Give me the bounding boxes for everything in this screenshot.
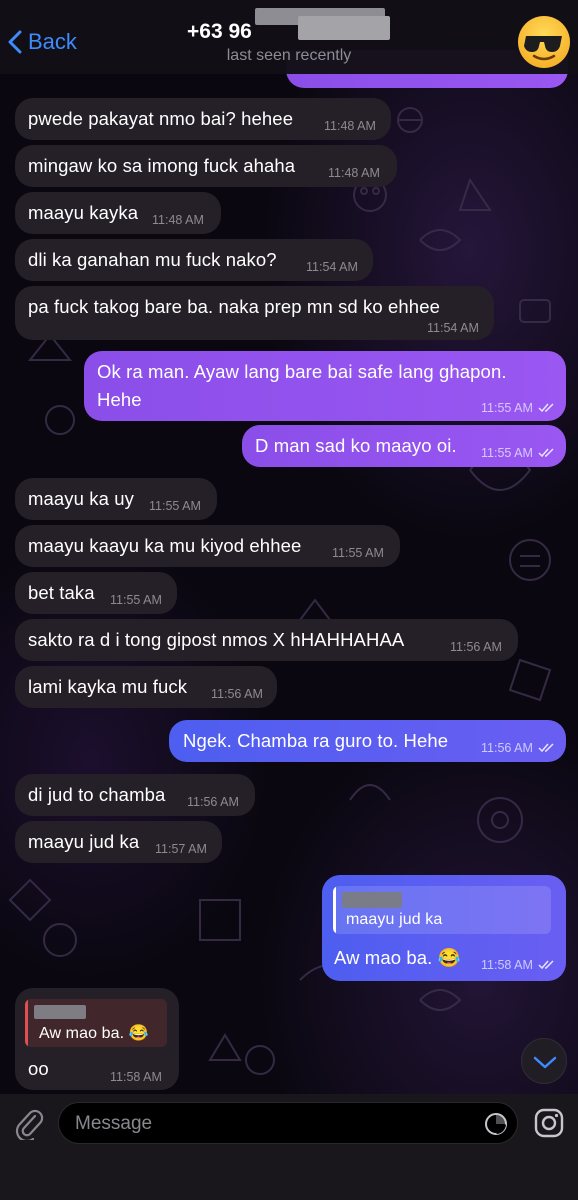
- message-bubble-incoming[interactable]: maayu ka uy 11:55 AM: [15, 478, 217, 520]
- contact-avatar[interactable]: [518, 16, 570, 68]
- reply-quote[interactable]: maayu jud ka: [333, 886, 551, 934]
- message-time: 11:55 AM: [332, 546, 384, 560]
- scroll-to-bottom-button[interactable]: [521, 1038, 567, 1084]
- reply-quote-text: Aw mao ba. 😂: [39, 1025, 149, 1042]
- read-receipt-icon: [538, 448, 554, 458]
- redaction-bar: [298, 16, 390, 40]
- chevron-down-icon: [533, 1056, 557, 1069]
- message-time: 11:48 AM: [324, 119, 376, 133]
- message-time: 11:48 AM: [152, 213, 204, 227]
- sticker-icon[interactable]: [484, 1112, 508, 1136]
- redaction-bar: [34, 1005, 86, 1019]
- message-time: 11:55 AM: [110, 593, 162, 607]
- message-bubble-incoming[interactable]: maayu kayka 11:48 AM: [15, 192, 221, 234]
- message-text: mingaw ko sa imong fuck ahaha: [28, 155, 296, 176]
- message-text: sakto ra d i tong gipost nmos X hHAHHAHA…: [28, 629, 405, 650]
- message-time: 11:57 AM: [155, 842, 207, 856]
- message-text: oo: [28, 1058, 49, 1079]
- message-time: 11:48 AM: [328, 166, 380, 180]
- message-text: maayu ka uy: [28, 488, 134, 509]
- message-time: 11:54 AM: [427, 321, 479, 335]
- message-composer: Message: [0, 1094, 578, 1200]
- chat-header: Back +63 96 last seen recently: [0, 0, 578, 74]
- contact-status: last seen recently: [226, 47, 352, 64]
- redaction-bar: [342, 892, 402, 908]
- message-time: 11:56 AM: [481, 741, 533, 755]
- read-receipt-icon: [538, 960, 554, 970]
- message-bubble-incoming[interactable]: sakto ra d i tong gipost nmos X hHAHHAHA…: [15, 619, 518, 661]
- message-time: 11:55 AM: [481, 446, 533, 460]
- paperclip-icon[interactable]: [14, 1106, 44, 1140]
- message-text: pwede pakayat nmo bai? hehee: [28, 108, 294, 129]
- message-input-placeholder: Message: [75, 1113, 153, 1134]
- message-bubble-incoming[interactable]: lami kayka mu fuck 11:56 AM: [15, 666, 277, 708]
- message-input[interactable]: Message: [58, 1102, 518, 1144]
- message-time: 11:55 AM: [149, 499, 201, 513]
- message-time: 11:54 AM: [306, 260, 358, 274]
- message-text: lami kayka mu fuck: [28, 676, 188, 697]
- message-text: Ok ra man. Ayaw lang bare bai safe lang …: [97, 361, 507, 382]
- message-bubble-incoming-reply[interactable]: Aw mao ba. 😂 oo 11:58 AM: [15, 988, 179, 1090]
- message-bubble-outgoing[interactable]: Ngek. Chamba ra guro to. Hehe 11:56 AM: [169, 720, 566, 762]
- reply-quote-bar: [333, 886, 336, 934]
- message-bubble-incoming[interactable]: bet taka 11:55 AM: [15, 572, 177, 614]
- sunglasses-emoji-icon: [524, 36, 562, 61]
- message-text: pa fuck takog bare ba. naka prep mn sd k…: [28, 296, 440, 317]
- read-receipt-icon: [538, 403, 554, 413]
- message-time: 11:56 AM: [450, 640, 502, 654]
- message-time: 11:58 AM: [481, 958, 533, 972]
- message-text: Aw mao ba. 😂: [334, 947, 461, 968]
- message-bubble-incoming[interactable]: mingaw ko sa imong fuck ahaha 11:48 AM: [15, 145, 397, 187]
- reply-quote-bar: [25, 999, 28, 1047]
- message-time: 11:56 AM: [211, 687, 263, 701]
- message-bubble-incoming[interactable]: pwede pakayat nmo bai? hehee 11:48 AM: [15, 98, 391, 140]
- message-text: di jud to chamba: [28, 784, 166, 805]
- message-text: dli ka ganahan mu fuck nako?: [28, 249, 277, 270]
- message-bubble-outgoing[interactable]: Ok ra man. Ayaw lang bare bai safe lang …: [84, 351, 566, 421]
- reply-quote[interactable]: Aw mao ba. 😂: [25, 999, 167, 1047]
- message-bubble-incoming[interactable]: pa fuck takog bare ba. naka prep mn sd k…: [15, 286, 494, 340]
- message-bubble-incoming[interactable]: maayu kaayu ka mu kiyod ehhee 11:55 AM: [15, 525, 400, 567]
- message-time: 11:55 AM: [481, 401, 533, 415]
- message-text: maayu kayka: [28, 202, 139, 223]
- contact-name[interactable]: +63 96: [187, 20, 252, 44]
- read-receipt-icon: [538, 743, 554, 753]
- message-text: Ngek. Chamba ra guro to. Hehe: [183, 730, 449, 751]
- message-bubble-outgoing[interactable]: D man sad ko maayo oi. 11:55 AM: [242, 425, 566, 467]
- message-bubble-outgoing-reply[interactable]: maayu jud ka Aw mao ba. 😂 11:58 AM: [322, 875, 566, 981]
- message-text: Hehe: [97, 389, 142, 410]
- message-bubble-incoming[interactable]: di jud to chamba 11:56 AM: [15, 774, 255, 816]
- message-bubble-incoming[interactable]: maayu jud ka 11:57 AM: [15, 821, 222, 863]
- message-bubble-incoming[interactable]: dli ka ganahan mu fuck nako? 11:54 AM: [15, 239, 373, 281]
- message-text: maayu jud ka: [28, 831, 140, 852]
- message-text: maayu kaayu ka mu kiyod ehhee: [28, 535, 302, 556]
- instagram-camera-icon[interactable]: [533, 1107, 565, 1139]
- message-text: bet taka: [28, 582, 95, 603]
- message-time: 11:58 AM: [110, 1070, 162, 1084]
- reply-quote-text: maayu jud ka: [346, 911, 443, 928]
- message-time: 11:56 AM: [187, 795, 239, 809]
- message-text: D man sad ko maayo oi.: [255, 435, 457, 456]
